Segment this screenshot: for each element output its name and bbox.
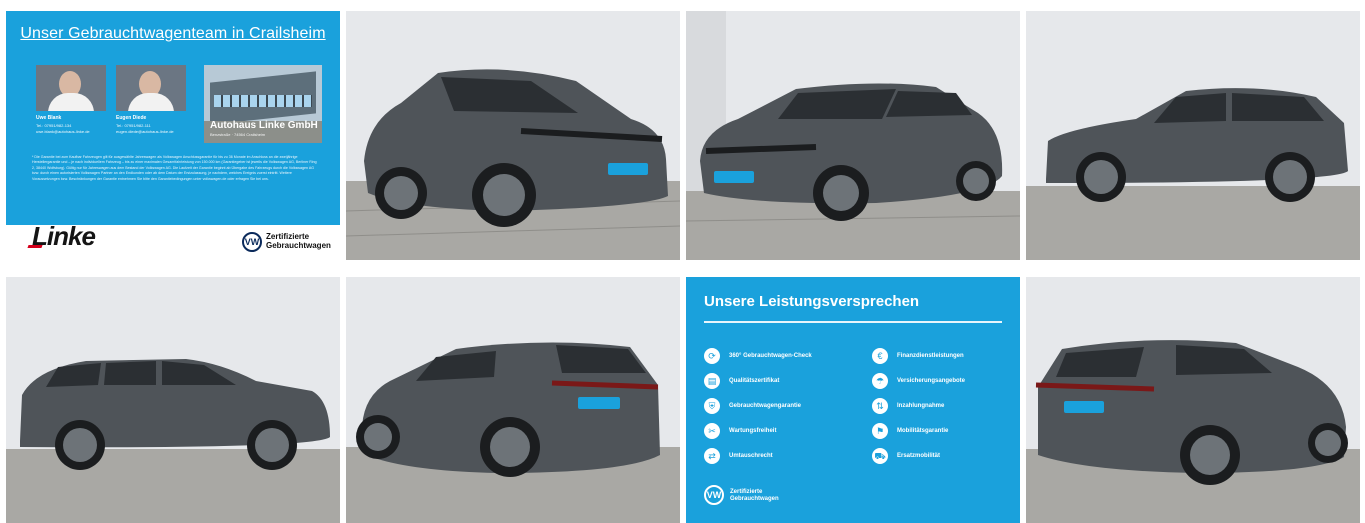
person-photo-icon [36, 65, 106, 111]
car-photo-6[interactable] [1026, 277, 1360, 523]
car-photo-front-three-quarter-right-icon [346, 11, 680, 260]
linke-logo: Linke [32, 221, 96, 251]
dealer-name: Autohaus Linke GmbH [210, 120, 318, 131]
check-360-icon: ⟳ [704, 347, 720, 364]
certified-used-cars-label: Zertifizierte Gebrauchtwagen [266, 232, 331, 250]
promise-item: ⇅ Inzahlungnahme [872, 393, 1020, 418]
team-person-2: Eugen Diede Tel.: 07951/982-111 eugen.di… [116, 65, 186, 134]
vw-logo-icon: VW [704, 485, 724, 505]
car-photo-front-three-quarter-left-icon [686, 11, 1020, 260]
dealership-photo: Autohaus Linke GmbH Benzstraße · 74564 C… [204, 65, 322, 143]
promise-item: ⛨ Gebrauchtwagengarantie [704, 393, 854, 418]
exchange-icon: ⇄ [704, 447, 720, 464]
car-photo-side-left-icon [1026, 11, 1360, 260]
promise-title: Unsere Leistungsversprechen [704, 293, 920, 310]
promise-item: ⛟ Ersatzmobilität [872, 443, 1020, 468]
finance-icon: € [872, 347, 888, 364]
insurance-icon: ☂ [872, 372, 888, 389]
car-photo-3[interactable] [1026, 11, 1360, 260]
promise-tile[interactable]: Unsere Leistungsversprechen ⟳ 360° Gebrau… [686, 277, 1020, 523]
car-photo-4[interactable] [6, 277, 340, 523]
promise-item: ☂ Versicherungsangebote [872, 368, 1020, 393]
car-photo-5[interactable] [346, 277, 680, 523]
promise-item: ⟳ 360° Gebrauchtwagen-Check [704, 343, 854, 368]
guarantee-disclaimer: * Die Garantie bei zum Kaufbar Fahrzeuge… [32, 155, 317, 181]
promise-item: ⇄ Umtauschrecht [704, 443, 854, 468]
trade-in-icon: ⇅ [872, 397, 888, 414]
car-photo-side-left-icon [6, 277, 340, 523]
person-photo-icon [116, 65, 186, 111]
car-photo-rear-three-quarter-right-icon [1026, 277, 1360, 523]
person-contact: Tel.: 07951/982-111 eugen.diede@autohaus… [116, 123, 174, 134]
promise-item: € Finanzdienstleistungen [872, 343, 1020, 368]
person-contact: Tel.: 07951/982-134 uwe.blank@autohaus-l… [36, 123, 90, 134]
team-title: Unser Gebrauchtwagenteam in Crailsheim [20, 25, 326, 42]
certificate-icon: ▤ [704, 372, 720, 389]
person-name: Eugen Diede [116, 115, 147, 121]
team-person-1: Uwe Blank Tel.: 07951/982-134 uwe.blank@… [36, 65, 106, 134]
dealer-address: Benzstraße · 74564 Crailsheim [210, 132, 266, 137]
promise-list-left: ⟳ 360° Gebrauchtwagen-Check ▤ Qualitätszer… [704, 343, 854, 468]
promise-divider [704, 321, 1002, 323]
wrench-icon: ✂ [704, 422, 720, 439]
shield-icon: ⛨ [704, 397, 720, 414]
vw-logo-icon: VW [242, 232, 262, 252]
promise-item: ⚑ Mobilitätsgarantie [872, 418, 1020, 443]
person-name: Uwe Blank [36, 115, 62, 121]
certified-used-cars-label: Zertifizierte Gebrauchtwagen [730, 489, 779, 502]
replacement-car-icon: ⛟ [872, 447, 888, 464]
promise-item: ✂ Wartungsfreiheit [704, 418, 854, 443]
mobility-icon: ⚑ [872, 422, 888, 439]
car-photo-1[interactable] [346, 11, 680, 260]
promise-list-right: € Finanzdienstleistungen ☂ Versicherungsan… [872, 343, 1020, 468]
team-info-tile[interactable]: Unser Gebrauchtwagenteam in Crailsheim U… [6, 11, 340, 260]
car-photo-2[interactable] [686, 11, 1020, 260]
promise-item: ▤ Qualitätszertifikat [704, 368, 854, 393]
car-photo-rear-three-quarter-left-icon [346, 277, 680, 523]
